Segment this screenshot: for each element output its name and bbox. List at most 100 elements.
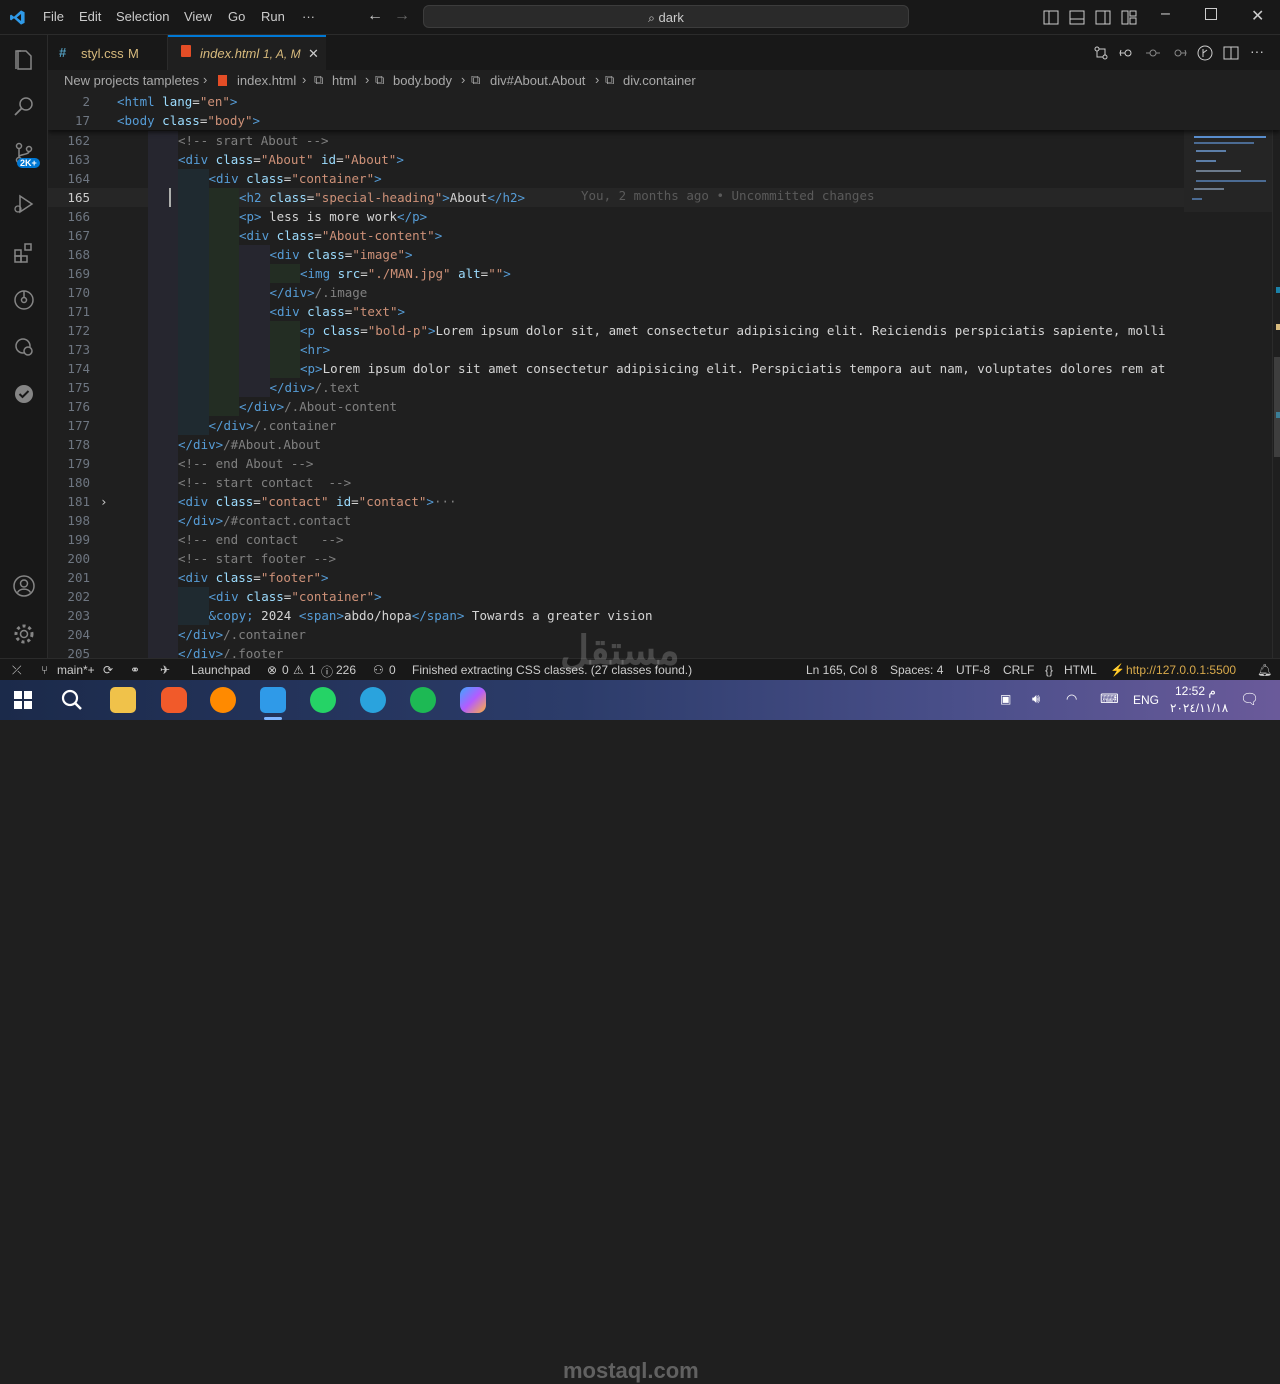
- next-change-icon[interactable]: [1171, 45, 1187, 61]
- tray-display-icon[interactable]: ▣: [1000, 692, 1011, 706]
- compare-changes-icon[interactable]: [1093, 45, 1109, 61]
- language-mode[interactable]: HTML: [1064, 663, 1097, 677]
- code-line[interactable]: 167 <div class="About-content">: [48, 226, 1184, 245]
- input-language[interactable]: ENG: [1133, 693, 1159, 707]
- code-line[interactable]: 200 <!-- start footer -->: [48, 549, 1184, 568]
- scrollbar-thumb[interactable]: [1274, 357, 1280, 457]
- code-line[interactable]: 176 </div>/.About-content: [48, 397, 1184, 416]
- scrollbar-track[interactable]: [1272, 92, 1280, 658]
- code-line[interactable]: 203 &copy; 2024 <span>abdo/hopa</span> To…: [48, 606, 1184, 625]
- code-line[interactable]: 168 <div class="image">: [48, 245, 1184, 264]
- close-tab-icon[interactable]: ✕: [308, 46, 319, 62]
- extensions-icon[interactable]: [12, 241, 36, 265]
- minimap[interactable]: [1184, 92, 1272, 658]
- line-number[interactable]: 164: [48, 169, 90, 188]
- brave-browser-icon[interactable]: [161, 687, 187, 713]
- line-number[interactable]: 163: [48, 150, 90, 169]
- branch-name[interactable]: main*+: [57, 663, 95, 677]
- tab-styl-css[interactable]: # styl.css M: [48, 35, 168, 70]
- customize-layout-icon[interactable]: [1121, 10, 1137, 25]
- account-icon[interactable]: [12, 574, 36, 598]
- clock-date[interactable]: ٢٠٢٤/١١/١٨: [1170, 701, 1228, 715]
- opera-gx-icon[interactable]: [210, 687, 236, 713]
- tray-volume-icon[interactable]: 🔊︎: [1032, 691, 1040, 707]
- telegram-icon[interactable]: [360, 687, 386, 713]
- gitlens-icon[interactable]: [12, 288, 36, 312]
- ports-count[interactable]: 0: [389, 663, 396, 677]
- settings-gear-icon[interactable]: [12, 622, 36, 646]
- close-window-icon[interactable]: ✕: [1251, 6, 1264, 26]
- breadcrumb-folder[interactable]: New projects tampletes: [64, 73, 199, 88]
- line-number[interactable]: 181: [48, 492, 90, 511]
- breadcrumb-about[interactable]: div#About.About: [490, 73, 585, 88]
- line-number[interactable]: 170: [48, 283, 90, 302]
- line-number[interactable]: 204: [48, 625, 90, 644]
- line-number[interactable]: 201: [48, 568, 90, 587]
- menu-edit[interactable]: Edit: [79, 9, 101, 24]
- code-line[interactable]: 172 <p class="bold-p">Lorem ipsum dolor s…: [48, 321, 1184, 340]
- toggle-panel-icon[interactable]: [1069, 10, 1085, 25]
- more-actions-icon[interactable]: ···: [1250, 43, 1264, 59]
- windows-start-icon[interactable]: [14, 691, 32, 709]
- menu-more[interactable]: ···: [302, 9, 315, 24]
- command-center-search[interactable]: ⌕ dark: [423, 5, 909, 28]
- code-line[interactable]: 171 <div class="text">: [48, 302, 1184, 321]
- code-line[interactable]: 178 </div>/#About.About: [48, 435, 1184, 454]
- search-sidebar-icon[interactable]: [12, 94, 36, 118]
- menu-go[interactable]: Go: [228, 9, 245, 24]
- menu-file[interactable]: File: [43, 9, 64, 24]
- tray-keyboard-icon[interactable]: ⌨: [1100, 691, 1119, 707]
- code-line[interactable]: 173 <hr>: [48, 340, 1184, 359]
- line-number[interactable]: 202: [48, 587, 90, 606]
- file-explorer-icon[interactable]: [110, 687, 136, 713]
- code-line[interactable]: 166 <p> less is more work</p>: [48, 207, 1184, 226]
- line-number[interactable]: 168: [48, 245, 90, 264]
- code-line[interactable]: 163 <div class="About" id="About">: [48, 150, 1184, 169]
- code-line[interactable]: 199 <!-- end contact -->: [48, 530, 1184, 549]
- code-line[interactable]: 174 <p>Lorem ipsum dolor sit amet consect…: [48, 359, 1184, 378]
- notifications-bell-icon[interactable]: 🔔︎: [1257, 663, 1272, 677]
- minimize-icon[interactable]: –: [1161, 5, 1170, 23]
- line-number[interactable]: 198: [48, 511, 90, 530]
- line-number[interactable]: 176: [48, 397, 90, 416]
- live-server-url[interactable]: http://127.0.0.1:5500: [1126, 663, 1236, 677]
- vscode-taskbar-icon[interactable]: [260, 687, 286, 713]
- git-graph-icon[interactable]: [1197, 45, 1213, 61]
- line-ending[interactable]: CRLF: [1003, 663, 1034, 677]
- warning-count[interactable]: 1: [309, 663, 316, 677]
- back-arrow-icon[interactable]: ←: [367, 7, 383, 25]
- error-count[interactable]: 0: [282, 663, 289, 677]
- code-line[interactable]: 202 <div class="container">: [48, 587, 1184, 606]
- line-number[interactable]: 2: [48, 92, 90, 111]
- code-line[interactable]: 162 <!-- srart About -->: [48, 131, 1184, 150]
- code-line[interactable]: 169 <img src="./MAN.jpg" alt="">: [48, 264, 1184, 283]
- line-number[interactable]: 179: [48, 454, 90, 473]
- toggle-secondary-sidebar-icon[interactable]: [1095, 10, 1111, 25]
- menu-selection[interactable]: Selection: [116, 9, 169, 24]
- whatsapp-icon[interactable]: [310, 687, 336, 713]
- line-number[interactable]: 169: [48, 264, 90, 283]
- line-number[interactable]: 203: [48, 606, 90, 625]
- taskbar-search-icon[interactable]: [60, 688, 84, 712]
- line-number[interactable]: 173: [48, 340, 90, 359]
- code-line[interactable]: 181 <div class="contact" id="contact">···…: [48, 492, 1184, 511]
- sticky-line[interactable]: 17 <body class="body">: [48, 111, 1184, 130]
- line-number[interactable]: 205: [48, 644, 90, 658]
- spotify-icon[interactable]: [410, 687, 436, 713]
- code-line[interactable]: 179 <!-- end About -->: [48, 454, 1184, 473]
- line-number[interactable]: 174: [48, 359, 90, 378]
- notification-center-icon[interactable]: 🗨︎: [1240, 690, 1259, 708]
- line-number[interactable]: 175: [48, 378, 90, 397]
- split-editor-icon[interactable]: [1223, 45, 1239, 61]
- previous-change-icon[interactable]: [1145, 45, 1161, 61]
- code-line[interactable]: 177 </div>/.container: [48, 416, 1184, 435]
- launchpad-label[interactable]: Launchpad: [191, 663, 250, 677]
- run-debug-icon[interactable]: [12, 192, 36, 216]
- line-number[interactable]: 165: [48, 188, 90, 207]
- fold-chevron-icon[interactable]: ›: [100, 492, 108, 511]
- line-number[interactable]: 162: [48, 131, 90, 150]
- line-number[interactable]: 199: [48, 530, 90, 549]
- open-changes-icon[interactable]: [1119, 45, 1135, 61]
- line-number[interactable]: 180: [48, 473, 90, 492]
- code-line[interactable]: 198 </div>/#contact.contact: [48, 511, 1184, 530]
